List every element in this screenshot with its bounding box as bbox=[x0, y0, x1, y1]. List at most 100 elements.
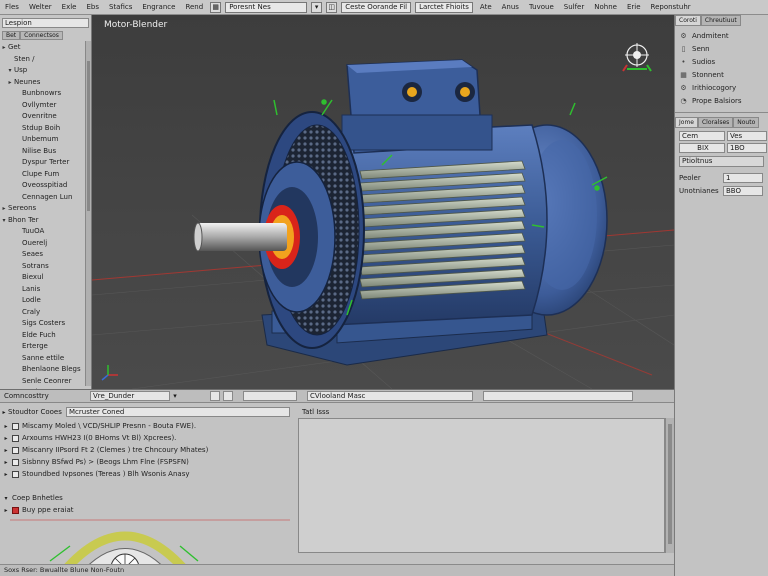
3d-viewport[interactable]: Motor-Blender bbox=[92, 15, 674, 389]
menu-item[interactable]: Exle bbox=[59, 3, 80, 11]
property-row[interactable]: • Sudios bbox=[675, 55, 768, 68]
property-row[interactable]: ⚙ Andmitent bbox=[675, 29, 768, 42]
menu-item[interactable]: Reponstuhr bbox=[648, 3, 694, 11]
list-item[interactable]: ▸ Arxoums HWH23 I(0 BHoms Vt Bl) Xpcrees)… bbox=[0, 432, 298, 444]
property-row[interactable]: ◔ Prope Balsiors bbox=[675, 94, 768, 107]
outliner-item[interactable]: Sigs Costers bbox=[0, 318, 91, 330]
list-item[interactable]: ▸ Miscamy Moled \ VCD/SHLIP Presnn - Bout… bbox=[0, 420, 298, 432]
property-field[interactable]: Ves bbox=[727, 131, 767, 141]
group-item[interactable]: ▸ Buy ppe eraiat bbox=[0, 504, 298, 516]
outliner-item[interactable]: Elde Fuch bbox=[0, 330, 91, 342]
property-dropdown[interactable]: Ptioltnus bbox=[679, 156, 764, 167]
outliner-item[interactable]: Bunbnowrs bbox=[0, 88, 91, 100]
property-field-value[interactable]: 1 bbox=[723, 172, 763, 183]
outliner-item[interactable]: Dyspur Terter bbox=[0, 157, 91, 169]
list-item[interactable]: ▸ Sisbnny BSfwd Ps) > (Beogs Lhm Flne (FS… bbox=[0, 456, 298, 468]
dropdown-icon[interactable]: ▾ bbox=[170, 392, 180, 400]
outliner-item[interactable]: Biexul bbox=[0, 272, 91, 284]
expand-icon[interactable]: ▾ bbox=[6, 65, 14, 77]
outliner-item[interactable]: Oveosspitiad bbox=[0, 180, 91, 192]
menu-item[interactable]: Tuvoue bbox=[526, 3, 557, 11]
property-field[interactable]: Cem bbox=[679, 131, 725, 141]
expand-icon[interactable]: ▸ bbox=[0, 447, 12, 454]
menu-item[interactable]: Nohne bbox=[591, 3, 620, 11]
outliner-item[interactable]: Lodle bbox=[0, 295, 91, 307]
scroll-thumb[interactable] bbox=[87, 61, 90, 211]
outliner-item[interactable]: Cennagen Lun bbox=[0, 192, 91, 204]
outliner-item[interactable]: Ouerelj bbox=[0, 238, 91, 250]
menu-item[interactable]: Anus bbox=[499, 3, 522, 11]
property-row[interactable]: ⚙ Irithiocogory bbox=[675, 81, 768, 94]
expand-icon[interactable]: ▾ bbox=[0, 495, 12, 502]
dropdown-icon[interactable]: ▾ bbox=[311, 1, 323, 13]
outliner-item[interactable]: TuuOA bbox=[0, 226, 91, 238]
toggle-icon[interactable] bbox=[223, 391, 233, 401]
scroll-thumb[interactable] bbox=[668, 424, 672, 544]
expand-icon[interactable]: ▸ bbox=[0, 435, 12, 442]
expand-icon[interactable]: ▸ bbox=[0, 42, 8, 54]
properties-tab[interactable]: Jome bbox=[675, 117, 698, 128]
list-item[interactable]: ▸ Miscanry IIPsord Ft 2 (Clemes ) tre Chn… bbox=[0, 444, 298, 456]
outliner-item[interactable]: Lanis bbox=[0, 284, 91, 296]
property-field[interactable]: 1BO bbox=[727, 143, 767, 153]
property-row[interactable]: ▦ Stonnent bbox=[675, 68, 768, 81]
expand-icon[interactable]: ▸ bbox=[0, 409, 8, 416]
subheader-field[interactable]: Mcruster Coned bbox=[66, 407, 290, 417]
outliner-item[interactable]: Ovllymter bbox=[0, 100, 91, 112]
bottom-toolbar-field[interactable]: Vre_Dunder bbox=[90, 391, 170, 401]
properties-tab[interactable]: Cloralses bbox=[697, 117, 734, 128]
outliner-item[interactable]: Clupe Fum bbox=[0, 169, 91, 181]
outliner-mode-select[interactable]: Lespion bbox=[2, 18, 89, 28]
outliner-item[interactable]: Erterge bbox=[0, 341, 91, 353]
toolbar-slot[interactable] bbox=[483, 391, 633, 401]
bottom-toolbar-field-2[interactable]: CVlooland Masc bbox=[307, 391, 473, 401]
menu-item[interactable]: Stafics bbox=[106, 3, 135, 11]
camera-icon[interactable]: ◫ bbox=[326, 1, 338, 13]
toolbar-slot[interactable] bbox=[243, 391, 297, 401]
expand-icon[interactable]: ▸ bbox=[0, 471, 12, 478]
group-header[interactable]: ▾ Coep Bnhetles bbox=[0, 492, 298, 504]
outliner-item[interactable]: Sten / bbox=[0, 54, 91, 66]
outliner-tab[interactable]: Connectsos bbox=[20, 31, 63, 40]
outliner-item[interactable]: Seaes bbox=[0, 249, 91, 261]
outliner-item[interactable]: Ovenritne bbox=[0, 111, 91, 123]
property-field[interactable]: BIX bbox=[679, 143, 725, 153]
menu-item[interactable]: Ate bbox=[477, 3, 495, 11]
menu-item[interactable]: Welter bbox=[26, 3, 55, 11]
menu-item[interactable]: Erie bbox=[624, 3, 644, 11]
outliner-scrollbar[interactable] bbox=[85, 41, 91, 386]
outliner-item[interactable]: Sotrans bbox=[0, 261, 91, 273]
expand-icon[interactable]: ▸ bbox=[6, 77, 14, 89]
outliner-item[interactable]: Bhenlaone Blegs bbox=[0, 364, 91, 376]
render-field[interactable]: Ceste Oorande Fil bbox=[341, 1, 412, 13]
outliner-item[interactable]: ▸ Get bbox=[0, 42, 91, 54]
outliner-item[interactable]: Senle Ceonrer bbox=[0, 376, 91, 388]
outliner-item[interactable]: Stdup Boih bbox=[0, 123, 91, 135]
label-field[interactable]: Larctet Fhioits bbox=[415, 1, 473, 13]
property-row[interactable]: ▯ Senn bbox=[675, 42, 768, 55]
expand-icon[interactable]: ▾ bbox=[0, 215, 8, 227]
list-item[interactable]: ▸ Stoundbed Ivpsones (Tereas ) Blh Wsonis… bbox=[0, 468, 298, 480]
outliner-item[interactable]: ▸ Sereons bbox=[0, 203, 91, 215]
menu-item[interactable]: Ebs bbox=[83, 3, 102, 11]
outliner-item[interactable]: ▾ Bhon Ter bbox=[0, 215, 91, 227]
outliner-item[interactable]: ▸ Neunes bbox=[0, 77, 91, 89]
menu-item[interactable]: Sulfer bbox=[561, 3, 587, 11]
properties-tab[interactable]: Coroti bbox=[675, 15, 701, 26]
outliner-item[interactable]: Unbemum bbox=[0, 134, 91, 146]
properties-tab[interactable]: Nouto bbox=[733, 117, 760, 128]
expand-icon[interactable]: ▸ bbox=[0, 423, 12, 430]
bottom-scrollbar[interactable] bbox=[665, 418, 674, 553]
menu-item[interactable]: Rend bbox=[182, 3, 206, 11]
outliner-item[interactable]: Sanne ettile bbox=[0, 353, 91, 365]
grid-icon[interactable]: ▦ bbox=[210, 1, 222, 13]
menu-item[interactable]: Fles bbox=[2, 3, 22, 11]
expand-icon[interactable]: ▸ bbox=[0, 507, 12, 514]
expand-icon[interactable]: ▸ bbox=[0, 459, 12, 466]
expand-icon[interactable]: ▸ bbox=[0, 203, 8, 215]
property-field-value[interactable]: BBO bbox=[723, 185, 763, 196]
menu-item[interactable]: Engrance bbox=[139, 3, 178, 11]
toggle-icon[interactable] bbox=[210, 391, 220, 401]
outliner-item[interactable]: ▾ Usp bbox=[0, 65, 91, 77]
outliner-tab[interactable]: Bet bbox=[2, 31, 21, 40]
